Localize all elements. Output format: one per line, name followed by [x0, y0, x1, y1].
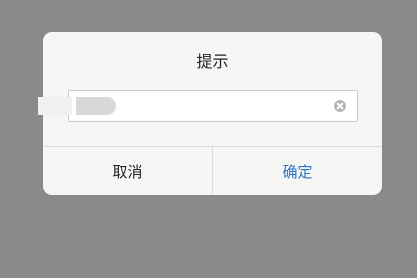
- clear-icon[interactable]: [334, 100, 346, 112]
- redaction-mask: [76, 97, 116, 115]
- cancel-button[interactable]: 取消: [43, 147, 213, 195]
- redaction-mask: [38, 97, 72, 115]
- confirm-button[interactable]: 确定: [213, 147, 382, 195]
- dialog-button-bar: 取消 确定: [43, 146, 382, 195]
- dialog-title: 提示: [196, 52, 229, 71]
